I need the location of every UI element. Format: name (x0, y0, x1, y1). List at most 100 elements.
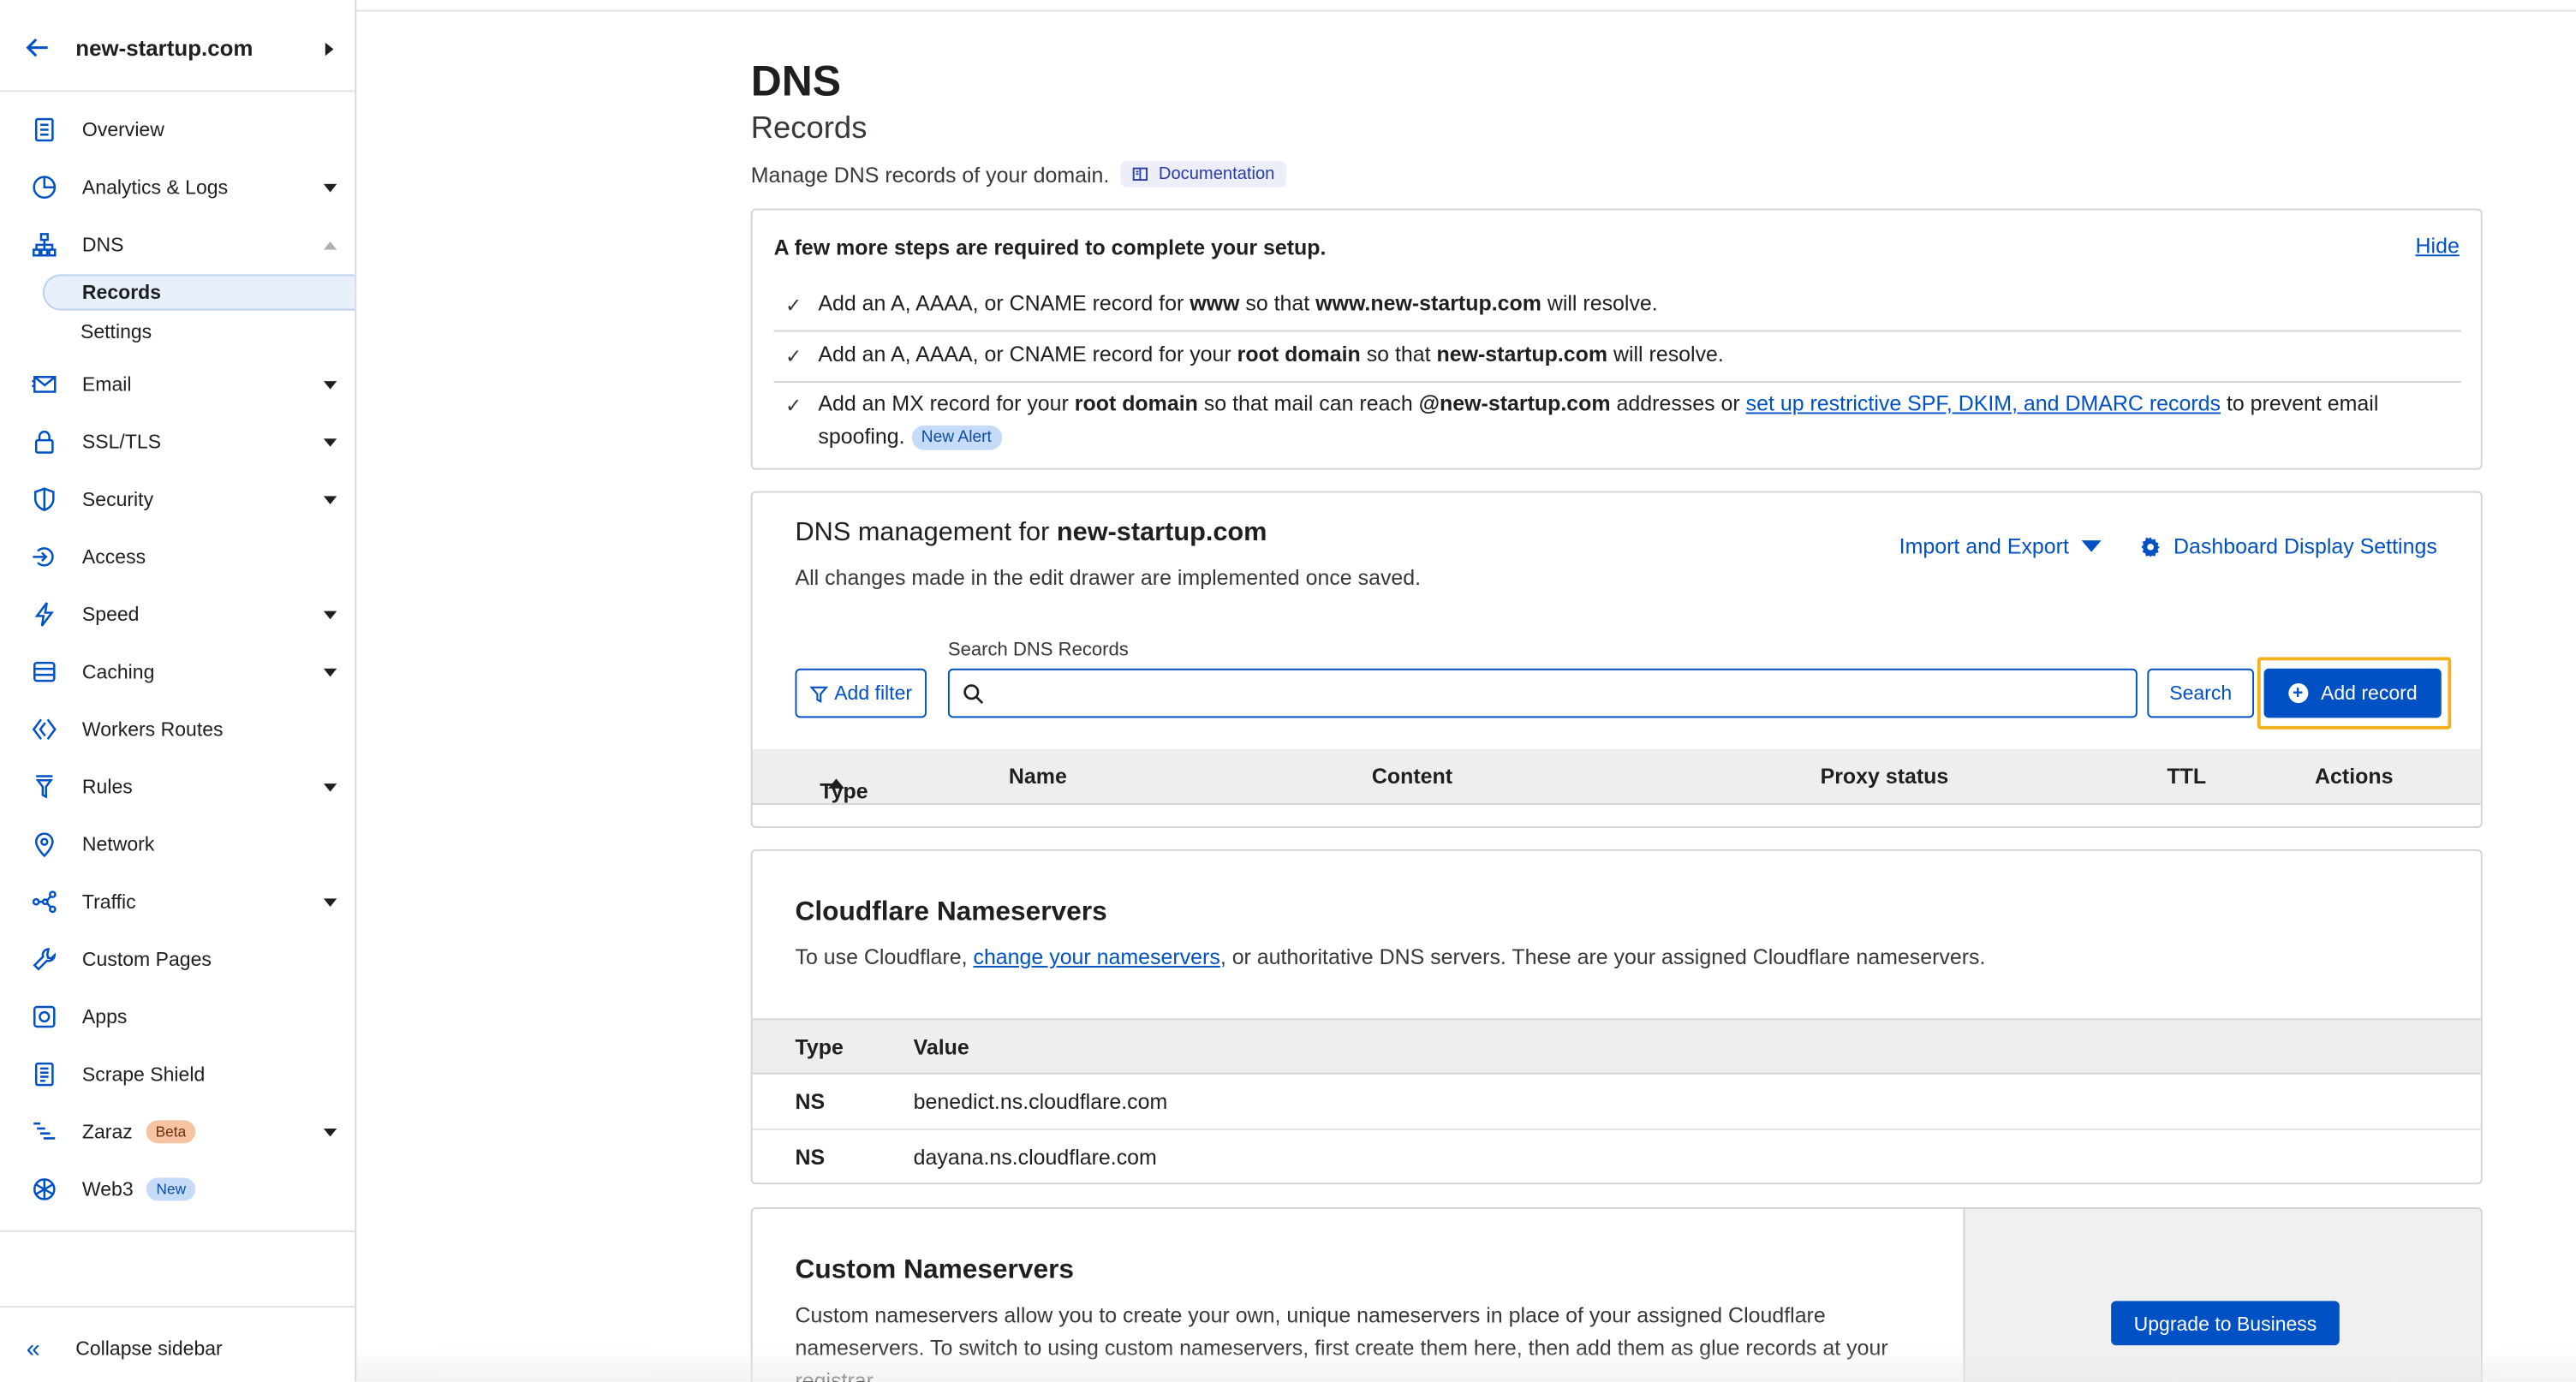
server-stack-icon (30, 657, 60, 687)
sidebar-item-label: SSL/TLS (81, 430, 162, 454)
spf-dkim-dmarc-link[interactable]: set up restrictive SPF, DKIM, and DMARC … (1746, 391, 2221, 416)
import-export-button[interactable]: Import and Export (1899, 533, 2102, 558)
book-icon (1133, 167, 1148, 182)
document-icon (30, 115, 60, 145)
dashboard-display-settings-button[interactable]: Dashboard Display Settings (2141, 533, 2437, 558)
step-text: Add an A, AAAA, or CNAME record for your (818, 342, 1237, 366)
step-text: Add an A, AAAA, or CNAME record for (818, 290, 1190, 316)
sidebar-item-rules[interactable]: Rules (0, 762, 355, 812)
chevron-up-icon (323, 241, 337, 249)
back-arrow-icon[interactable] (23, 33, 53, 63)
sidebar-item-label-wrap: Zaraz Beta (82, 1120, 196, 1144)
setup-step: ✓ Add an MX record for your root domain … (774, 388, 2461, 457)
sidebar-header: new-startup.com (0, 0, 355, 92)
step-text: so that mail can reach (1197, 390, 1419, 416)
table-row: NS dayana.ns.cloudflare.com (753, 1130, 2481, 1186)
checkmark-icon: ✓ (784, 344, 802, 368)
top-divider (355, 9, 2576, 12)
import-export-label: Import and Export (1899, 533, 2069, 559)
sidebar-divider (0, 1230, 355, 1232)
chevron-down-icon (323, 897, 337, 906)
sidebar-item-security[interactable]: Security (0, 474, 355, 524)
step-bold: new-startup.com (1436, 342, 1608, 366)
sidebar-item-label: DNS (81, 233, 124, 257)
chevron-down-icon (323, 438, 337, 446)
sidebar-item-label: Traffic (81, 890, 136, 914)
sidebar-domain[interactable]: new-startup.com (75, 36, 253, 61)
sidebar-item-label: Access (81, 545, 146, 569)
setup-steps-card: A few more steps are required to complet… (750, 208, 2483, 470)
documentation-link[interactable]: Documentation (1120, 161, 1286, 188)
funnel-icon (30, 772, 60, 802)
sidebar-item-caching[interactable]: Caching (0, 647, 355, 697)
checkmark-icon: ✓ (784, 294, 802, 318)
nameservers-desc-text: To use Cloudflare, (795, 944, 974, 969)
caret-down-icon (2082, 540, 2102, 552)
sidebar-item-email[interactable]: Email (0, 360, 355, 409)
search-button[interactable]: Search (2147, 668, 2255, 718)
chevron-down-icon (323, 380, 337, 389)
change-nameservers-link[interactable]: change your nameservers (973, 944, 1219, 969)
workers-icon (30, 715, 60, 745)
cloudflare-nameservers-card: Cloudflare Nameservers To use Cloudflare… (750, 849, 2483, 1186)
page-lines-icon (30, 1059, 60, 1089)
custom-nameservers-card: Custom Nameservers Custom nameservers al… (750, 1207, 2483, 1382)
sidebar-item-apps[interactable]: Apps (0, 992, 355, 1042)
sidebar-item-workers-routes[interactable]: Workers Routes (0, 705, 355, 754)
wrench-icon (30, 944, 60, 974)
chevron-down-icon (323, 667, 337, 676)
sidebar-item-label: Caching (81, 660, 155, 684)
sidebar-item-label: Scrape Shield (81, 1063, 206, 1087)
hide-link[interactable]: Hide (2416, 233, 2460, 258)
setup-title: A few more steps are required to complet… (773, 235, 1327, 260)
ns-type: NS (795, 1088, 826, 1114)
sidebar: new-startup.com Overview Analytics & Log… (0, 0, 357, 1382)
step-text: so that (1239, 290, 1316, 316)
sidebar-item-label: Analytics & Logs (81, 176, 229, 200)
sidebar-item-custom-pages[interactable]: Custom Pages (0, 935, 355, 985)
sidebar-item-analytics[interactable]: Analytics & Logs (0, 163, 355, 212)
sidebar-item-web3[interactable]: Web3 New (0, 1165, 355, 1214)
add-record-button[interactable]: + Add record (2263, 668, 2442, 718)
sidebar-item-access[interactable]: Access (0, 533, 355, 582)
lightning-icon (30, 599, 60, 629)
records-table-header: Type Name Content Proxy status TTL Actio… (752, 748, 2481, 806)
management-title-domain: new-startup.com (1056, 519, 1267, 547)
sidebar-item-label: Email (81, 372, 132, 396)
sidebar-item-network[interactable]: Network (0, 819, 355, 869)
gear-icon (2141, 536, 2160, 557)
sidebar-item-label: Rules (81, 775, 133, 799)
add-filter-button[interactable]: Add filter (795, 668, 927, 718)
checkmark-icon: ✓ (784, 394, 802, 418)
plus-circle-icon: + (2287, 683, 2308, 704)
step-divider (773, 330, 2461, 332)
sidebar-item-dns[interactable]: DNS (0, 220, 355, 270)
sidebar-subitem-settings[interactable]: Settings (43, 313, 355, 349)
search-dns-input[interactable] (947, 668, 2138, 718)
sidebar-item-ssl[interactable]: SSL/TLS (0, 417, 355, 467)
column-header-actions: Actions (2315, 764, 2394, 789)
collapse-sidebar-button[interactable]: « Collapse sidebar (0, 1324, 355, 1373)
column-header-value: Value (913, 1034, 969, 1060)
sidebar-item-scrape-shield[interactable]: Scrape Shield (0, 1050, 355, 1099)
page-title: DNS (750, 56, 842, 105)
sidebar-subitem-records[interactable]: Records (42, 274, 355, 311)
upgrade-to-business-button[interactable]: Upgrade to Business (2111, 1301, 2340, 1346)
step-bold: root domain (1237, 342, 1361, 366)
sidebar-item-zaraz[interactable]: Zaraz Beta (0, 1107, 355, 1157)
chevron-down-icon (323, 495, 337, 503)
setup-step: ✓ Add an A, AAAA, or CNAME record for ww… (774, 288, 2461, 324)
chevron-down-icon (323, 610, 337, 619)
custom-nameservers-title: Custom Nameservers (795, 1254, 1075, 1285)
step-bold: @new-startup.com (1418, 390, 1611, 416)
network-tree-icon (30, 230, 60, 260)
page-subtitle: Records (750, 111, 868, 146)
documentation-label: Documentation (1158, 164, 1275, 184)
sidebar-item-speed[interactable]: Speed (0, 590, 355, 640)
upsell-panel: Upgrade to Business (1963, 1208, 2481, 1382)
sidebar-item-overview[interactable]: Overview (0, 105, 355, 155)
caret-right-icon[interactable] (325, 42, 334, 57)
sidebar-item-traffic[interactable]: Traffic (0, 877, 355, 926)
step-divider (773, 381, 2461, 383)
nameservers-title: Cloudflare Nameservers (795, 897, 1107, 926)
